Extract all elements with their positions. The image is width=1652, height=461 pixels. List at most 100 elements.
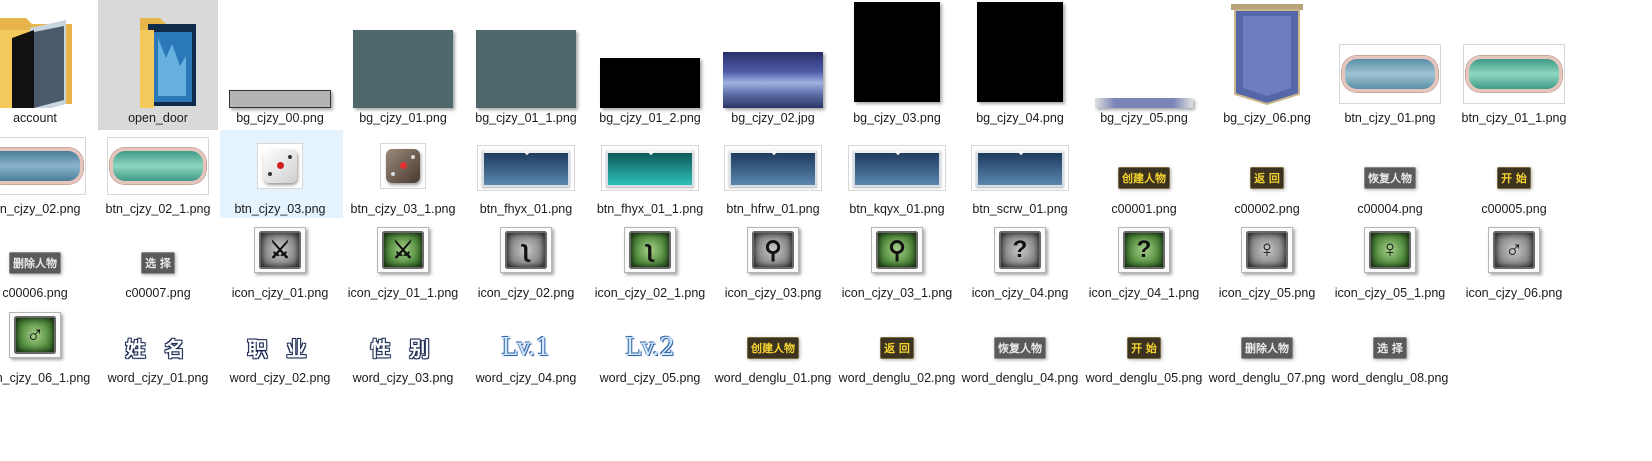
file-name: bg_cjzy_04.png: [976, 111, 1064, 125]
file-name: c00007.png: [125, 286, 191, 300]
file-name: word_denglu_07.png: [1208, 371, 1326, 385]
button-thumbnail: [853, 149, 941, 187]
file-name: icon_cjzy_03_1.png: [841, 286, 953, 300]
file-name: icon_cjzy_04.png: [971, 286, 1069, 300]
file-name: icon_cjzy_01_1.png: [347, 286, 459, 300]
button-thumbnail: [0, 148, 83, 184]
question-icon: ?: [999, 231, 1041, 269]
sword-icon: ⚔: [382, 231, 424, 269]
banner-thumbnail: [1231, 4, 1303, 106]
file-name: bg_cjzy_02.jpg: [731, 111, 815, 125]
file-name: word_denglu_08.png: [1331, 371, 1449, 385]
file-name: icon_cjzy_04_1.png: [1088, 286, 1200, 300]
staff-icon: ʅ: [505, 231, 547, 269]
folder-icon: [98, 8, 218, 108]
wand-icon: ⚲: [876, 231, 918, 269]
file-name: word_cjzy_03.png: [352, 371, 454, 385]
file-name: c00006.png: [2, 286, 68, 300]
file-name: btn_cjzy_01_1.png: [1461, 111, 1567, 125]
file-name: icon_cjzy_06.png: [1465, 286, 1563, 300]
image-thumbnail: [229, 90, 331, 108]
wand-icon: ⚲: [752, 231, 794, 269]
file-name: word_cjzy_04.png: [475, 371, 577, 385]
file-name: word_denglu_01.png: [714, 371, 832, 385]
word-thumbnail: Lv.1: [501, 333, 551, 361]
image-thumbnail: [600, 58, 700, 108]
male-icon: ♂: [1493, 231, 1535, 269]
file-name: btn_scrw_01.png: [972, 202, 1068, 216]
button-thumbnail: [976, 149, 1064, 187]
sword-icon: ⚔: [259, 231, 301, 269]
file-name: c00004.png: [1357, 202, 1423, 216]
file-name: word_denglu_04.png: [961, 371, 1079, 385]
image-thumbnail: [854, 2, 940, 102]
dice-icon: [380, 143, 426, 189]
file-name: icon_cjzy_05.png: [1218, 286, 1316, 300]
file-name: open_door: [128, 111, 188, 125]
file-name: btn_kqyx_01.png: [849, 202, 945, 216]
word-thumbnail: 性 别: [370, 336, 436, 361]
word-thumbnail: 返 回: [1250, 167, 1284, 189]
image-thumbnail: [353, 30, 453, 108]
file-name: c00001.png: [1111, 202, 1177, 216]
image-thumbnail: [723, 52, 823, 108]
button-thumbnail: [1342, 56, 1438, 92]
word-thumbnail: 删除人物: [9, 252, 61, 274]
word-thumbnail: 选 择: [141, 252, 175, 274]
file-name: word_cjzy_02.png: [229, 371, 331, 385]
file-name: btn_cjzy_03_1.png: [350, 202, 456, 216]
staff-icon: ʅ: [629, 231, 671, 269]
file-name: word_cjzy_01.png: [107, 371, 209, 385]
file-name: btn_cjzy_02.png: [0, 202, 81, 216]
question-icon: ?: [1123, 231, 1165, 269]
file-name: icon_cjzy_02_1.png: [594, 286, 706, 300]
button-thumbnail: [729, 149, 817, 187]
file-name: account: [13, 111, 57, 125]
word-thumbnail: 恢复人物: [994, 337, 1046, 359]
dice-icon: [257, 143, 303, 189]
female-icon: ♀: [1369, 231, 1411, 269]
file-name: bg_cjzy_01.png: [359, 111, 447, 125]
file-name: c00002.png: [1234, 202, 1300, 216]
file-name: word_cjzy_05.png: [599, 371, 701, 385]
file-name: btn_cjzy_01.png: [1344, 111, 1436, 125]
word-thumbnail: 返 回: [880, 337, 914, 359]
word-thumbnail: 选 择: [1373, 337, 1407, 359]
word-thumbnail: 删除人物: [1241, 337, 1293, 359]
file-name: word_denglu_02.png: [838, 371, 956, 385]
file-name: bg_cjzy_01_2.png: [599, 111, 701, 125]
file-name: icon_cjzy_06_1.png: [0, 371, 91, 385]
file-name: btn_fhyx_01.png: [479, 202, 573, 216]
file-name: bg_cjzy_03.png: [853, 111, 941, 125]
female-icon: ♀: [1246, 231, 1288, 269]
file-name: btn_cjzy_03.png: [234, 202, 326, 216]
word-thumbnail: 创建人物: [1118, 167, 1170, 189]
file-name: word_denglu_05.png: [1085, 371, 1203, 385]
file-name: btn_hfrw_01.png: [726, 202, 820, 216]
word-thumbnail: Lv.2: [625, 333, 675, 361]
button-thumbnail: [1466, 56, 1562, 92]
file-name: icon_cjzy_01.png: [231, 286, 329, 300]
file-name: bg_cjzy_06.png: [1223, 111, 1311, 125]
folder-icon: [0, 8, 95, 108]
image-thumbnail: [977, 2, 1063, 102]
word-thumbnail: 职 业: [247, 336, 313, 361]
word-thumbnail: 恢复人物: [1364, 167, 1416, 189]
button-thumbnail: [110, 148, 206, 184]
word-thumbnail: 创建人物: [747, 337, 799, 359]
male-icon: ♂: [14, 316, 56, 354]
file-name: bg_cjzy_01_1.png: [475, 111, 577, 125]
file-name: icon_cjzy_02.png: [477, 286, 575, 300]
word-thumbnail: 姓 名: [125, 336, 191, 361]
button-thumbnail: [482, 149, 570, 187]
file-name: btn_cjzy_02_1.png: [105, 202, 211, 216]
word-thumbnail: 开 始: [1127, 337, 1161, 359]
button-thumbnail: [606, 149, 694, 187]
file-name: icon_cjzy_03.png: [724, 286, 822, 300]
file-name: c00005.png: [1481, 202, 1547, 216]
file-name: btn_fhyx_01_1.png: [596, 202, 704, 216]
word-thumbnail: 开 始: [1497, 167, 1531, 189]
file-name: bg_cjzy_05.png: [1100, 111, 1188, 125]
file-name: icon_cjzy_05_1.png: [1334, 286, 1446, 300]
image-thumbnail: [1095, 98, 1193, 108]
